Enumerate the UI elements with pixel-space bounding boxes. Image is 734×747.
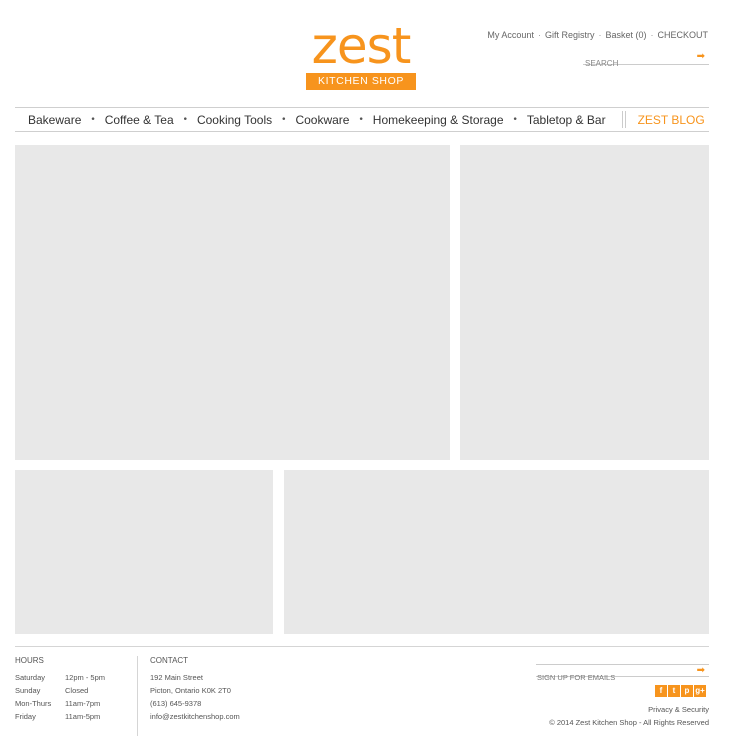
email-signup-input[interactable] xyxy=(536,672,676,683)
basket-link[interactable]: Basket (0) xyxy=(605,30,646,40)
arrow-right-icon[interactable]: ➡ xyxy=(697,51,705,63)
contact-address: 192 Main Street xyxy=(150,673,203,682)
hours-day: Mon-Thurs xyxy=(15,699,52,708)
utility-links: My Account · Gift Registry · Basket (0) · CHEC… xyxy=(487,30,708,40)
privacy-link[interactable]: Privacy & Security xyxy=(648,705,709,714)
footer-column-divider xyxy=(137,656,138,736)
contact-heading: CONTACT xyxy=(150,656,189,665)
hours-time: 11am-7pm xyxy=(65,699,101,708)
nav-item-cookware[interactable]: Cookware xyxy=(295,113,349,127)
hours-day: Sunday xyxy=(15,686,41,695)
checkout-link[interactable]: CHECKOUT xyxy=(657,30,708,40)
pinterest-icon[interactable]: p xyxy=(681,685,693,697)
promo-banner-right[interactable] xyxy=(284,470,709,634)
nav-divider xyxy=(621,111,626,128)
promo-banner-left[interactable] xyxy=(15,470,273,634)
nav-separator: • xyxy=(90,114,96,125)
gift-registry-link[interactable]: Gift Registry xyxy=(545,30,595,40)
logo-wordmark: zest xyxy=(311,17,412,75)
nav-item-bakeware[interactable]: Bakeware xyxy=(28,113,81,127)
social-links: f t p g+ xyxy=(655,685,706,697)
nav-item-coffee-tea[interactable]: Coffee & Tea xyxy=(105,113,174,127)
nav-item-tabletop-bar[interactable]: Tabletop & Bar xyxy=(527,113,606,127)
nav-item-homekeeping-storage[interactable]: Homekeeping & Storage xyxy=(373,113,504,127)
facebook-icon[interactable]: f xyxy=(655,685,667,697)
googleplus-icon[interactable]: g+ xyxy=(694,685,706,697)
nav-separator: • xyxy=(512,114,518,125)
nav-separator: • xyxy=(281,114,287,125)
nav-item-cooking-tools[interactable]: Cooking Tools xyxy=(197,113,272,127)
twitter-icon[interactable]: t xyxy=(668,685,680,697)
hours-day: Friday xyxy=(15,712,36,721)
my-account-link[interactable]: My Account xyxy=(487,30,534,40)
arrow-right-icon[interactable]: ➡ xyxy=(697,665,705,677)
zest-logo[interactable]: zest KITCHEN SHOP xyxy=(305,18,417,92)
contact-phone[interactable]: (613) 645-9378 xyxy=(150,699,201,708)
nav-item-zest-blog[interactable]: ZEST BLOG xyxy=(638,113,705,127)
search-input[interactable] xyxy=(583,57,683,70)
hours-time: 12pm - 5pm xyxy=(65,673,106,682)
nav-separator: • xyxy=(358,114,364,125)
main-nav: Bakeware • Coffee & Tea • Cooking Tools … xyxy=(15,107,709,132)
contact-email[interactable]: info@zestkitchenshop.com xyxy=(150,712,240,721)
hours-heading: HOURS xyxy=(15,656,44,665)
hours-time: 11am-5pm xyxy=(65,712,101,721)
contact-city: Picton, Ontario K0K 2T0 xyxy=(150,686,231,695)
email-signup: ➡ xyxy=(536,664,709,683)
hero-banner-side[interactable] xyxy=(460,145,709,460)
hours-day: Saturday xyxy=(15,673,46,682)
hero-banner-large[interactable] xyxy=(15,145,450,460)
search-box: ➡ xyxy=(583,51,709,70)
copyright-text: © 2014 Zest Kitchen Shop - All Rights Re… xyxy=(549,718,709,727)
footer-divider xyxy=(15,646,709,647)
logo-tagline: KITCHEN SHOP xyxy=(306,73,416,90)
nav-separator: • xyxy=(182,114,188,125)
hours-time: Closed xyxy=(65,686,89,695)
